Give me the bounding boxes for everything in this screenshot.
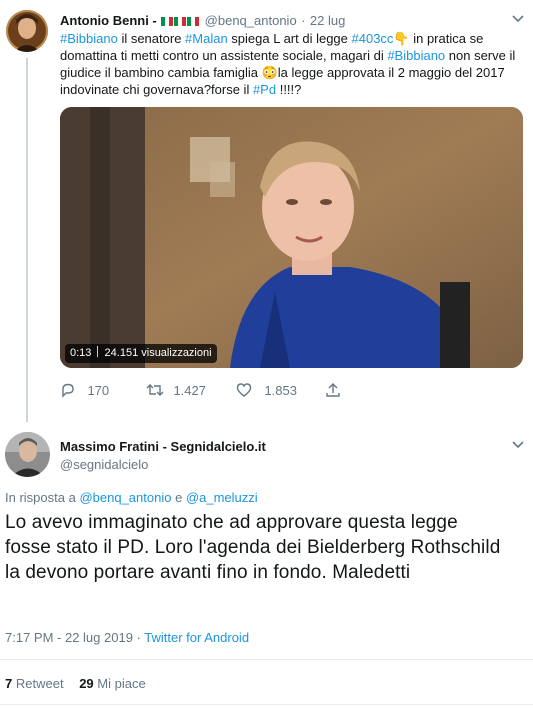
- reply-icon: [62, 383, 74, 398]
- mention-link[interactable]: @a_meluzzi: [186, 490, 258, 505]
- reply-author-handle[interactable]: @segnidalcielo: [60, 457, 148, 472]
- like-icon: [236, 383, 252, 397]
- separator-dot: ·: [301, 13, 306, 28]
- share-icon: [326, 383, 340, 397]
- retweet-icon: [146, 384, 164, 396]
- avatar-antonio[interactable]: [6, 10, 48, 52]
- reply-text: Lo avevo immaginato che ad approvare que…: [5, 512, 501, 583]
- hashtag-link[interactable]: #Bibbiano: [60, 31, 118, 46]
- reply-stats: 7 Retweet 29 Mi piace: [5, 676, 146, 691]
- thread-line: [26, 58, 28, 422]
- retweet-stat-label: Retweet: [15, 676, 64, 691]
- like-button[interactable]: 1.853: [236, 382, 297, 400]
- avatar-massimo[interactable]: [5, 432, 50, 477]
- like-count: 1.853: [264, 383, 297, 398]
- author-handle[interactable]: @benq_antonio: [205, 13, 297, 28]
- reply-author-name[interactable]: Massimo Fratini - Segnidalcielo.it: [60, 439, 266, 454]
- italy-flag-icon: [161, 12, 204, 29]
- retweet-stat[interactable]: 7 Retweet: [5, 676, 67, 691]
- reply-meta: 7:17 PM - 22 lug 2019 · Twitter for Andr…: [5, 630, 249, 645]
- retweet-count: 1.427: [173, 383, 206, 398]
- tweet-actions: 170 1.427 1.853: [60, 382, 360, 402]
- video-overlay: 0:13 24.151 visualizzazioni: [65, 344, 217, 363]
- retweet-stat-count: 7: [5, 676, 13, 691]
- hashtag-link[interactable]: #Malan: [185, 31, 228, 46]
- video-views: 24.151 visualizzazioni: [104, 347, 212, 359]
- chevron-down-icon[interactable]: [512, 438, 524, 452]
- divider: [0, 659, 533, 660]
- tweet-date[interactable]: 22 lug: [310, 13, 345, 28]
- tweet-text-segment: spiega L art di legge: [227, 31, 352, 46]
- video-thumbnail: [60, 107, 523, 368]
- divider: [0, 704, 533, 705]
- tweet-text: #Bibbiano il senatore #Malan spiega L ar…: [60, 30, 522, 98]
- reply-button[interactable]: 170: [60, 382, 109, 400]
- reply-context: In risposta a @benq_antonio e @a_meluzzi: [5, 490, 258, 505]
- reply-prefix: In risposta a: [5, 490, 76, 505]
- reply-timestamp[interactable]: 7:17 PM - 22 lug 2019: [5, 630, 133, 645]
- like-stat[interactable]: 29 Mi piace: [79, 676, 146, 691]
- hashtag-link[interactable]: #Pd: [253, 82, 276, 97]
- like-stat-count: 29: [79, 676, 94, 691]
- mention-link[interactable]: @benq_antonio: [79, 490, 171, 505]
- reply-count: 170: [87, 383, 110, 398]
- hashtag-link[interactable]: #403cc: [352, 31, 394, 46]
- author-name[interactable]: Antonio Benni -: [60, 13, 157, 28]
- hashtag-link[interactable]: #Bibbiano: [387, 48, 445, 63]
- tweet-text-segment: il senatore: [117, 31, 186, 46]
- reply-and: e: [175, 490, 183, 505]
- share-button[interactable]: [325, 382, 341, 400]
- like-stat-label: Mi piace: [97, 676, 146, 691]
- video-time: 0:13: [70, 347, 92, 359]
- chevron-down-icon[interactable]: [512, 12, 524, 26]
- video-player[interactable]: 0:13 24.151 visualizzazioni: [60, 107, 523, 368]
- separator-dot: ·: [136, 630, 141, 645]
- reply-source[interactable]: Twitter for Android: [144, 630, 249, 645]
- retweet-button[interactable]: 1.427: [146, 382, 206, 400]
- tweet-text-segment: !!!!?: [276, 82, 302, 97]
